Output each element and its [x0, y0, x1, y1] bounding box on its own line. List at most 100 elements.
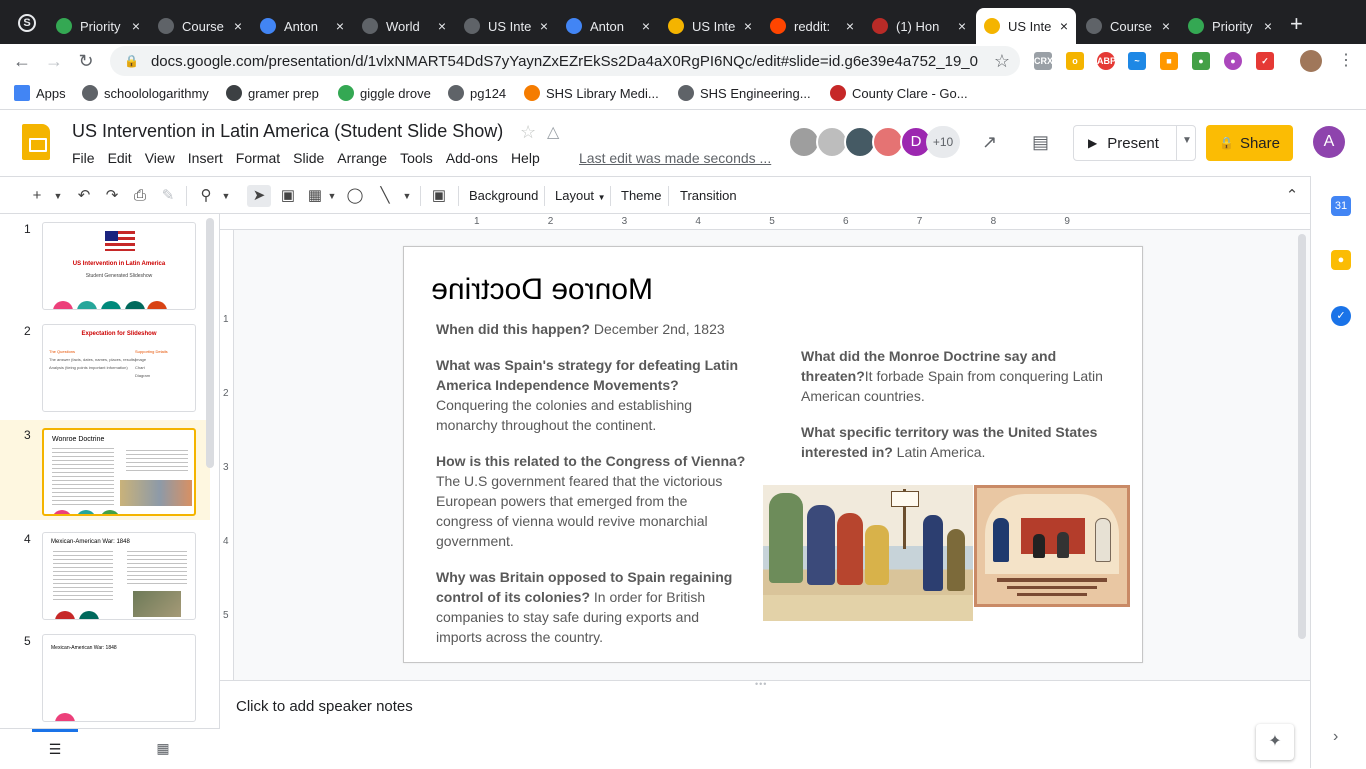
- close-tab-icon[interactable]: ×: [540, 18, 548, 34]
- slide-answer-britain[interactable]: Why was Britain opposed to Spain regaini…: [436, 567, 748, 647]
- theme-button[interactable]: Theme: [621, 185, 661, 207]
- menu-view[interactable]: View: [145, 150, 175, 166]
- adblock-extension-icon[interactable]: ABP: [1097, 52, 1116, 70]
- document-title[interactable]: US Intervention in Latin America (Studen…: [72, 121, 503, 142]
- filmstrip-slide-3[interactable]: 3 Wonroe Doctrine: [0, 420, 210, 520]
- filmstrip-view-icon[interactable]: ☰: [32, 729, 78, 769]
- close-tab-icon[interactable]: ×: [1060, 18, 1068, 34]
- star-icon[interactable]: ☆: [520, 122, 536, 143]
- doctrine-signing-image[interactable]: [974, 485, 1130, 607]
- menu-tools[interactable]: Tools: [400, 150, 433, 166]
- transition-button[interactable]: Transition: [680, 185, 737, 207]
- browser-tab[interactable]: US Inte ×: [456, 8, 556, 44]
- extension-icon[interactable]: ■: [1160, 52, 1178, 70]
- filmstrip-slide-2[interactable]: 2 Expectation for Slideshow The Question…: [0, 316, 210, 416]
- share-button[interactable]: 🔒 Share: [1206, 125, 1293, 161]
- bookmark-item[interactable]: SHS Engineering...: [678, 85, 811, 101]
- crx-extension-icon[interactable]: CRX: [1034, 52, 1053, 70]
- current-slide[interactable]: Monroe Doctrine When did this happen? De…: [403, 246, 1143, 663]
- extension-icon[interactable]: ✓: [1256, 52, 1274, 70]
- bookmark-item[interactable]: schoolologarithmy: [82, 85, 209, 101]
- tasks-icon[interactable]: ✓: [1331, 306, 1351, 326]
- new-slide-icon[interactable]: +: [28, 185, 46, 207]
- activity-trend-icon[interactable]: ↗: [982, 132, 997, 153]
- browser-tab[interactable]: Priority ×: [48, 8, 148, 44]
- menu-slide[interactable]: Slide: [293, 150, 324, 166]
- extension-icon[interactable]: ●: [1224, 52, 1242, 70]
- menu-addons[interactable]: Add-ons: [446, 150, 498, 166]
- close-tab-icon[interactable]: ×: [132, 18, 140, 34]
- slide-answer-threaten[interactable]: What did the Monroe Doctrine say and thr…: [801, 346, 1111, 406]
- close-tab-icon[interactable]: ×: [234, 18, 242, 34]
- new-slide-dropdown-icon[interactable]: ▼: [52, 185, 64, 207]
- extension-icon[interactable]: ●: [1192, 52, 1210, 70]
- add-comment-icon[interactable]: ▣: [428, 185, 450, 207]
- bookmark-star-icon[interactable]: ☆: [994, 51, 1010, 72]
- profile-avatar[interactable]: [1300, 50, 1322, 72]
- menu-arrange[interactable]: Arrange: [337, 150, 387, 166]
- browser-tab[interactable]: (1) Hon ×: [864, 8, 974, 44]
- account-avatar[interactable]: A: [1313, 126, 1345, 158]
- last-edit-link[interactable]: Last edit was made seconds ...: [579, 150, 771, 166]
- extension-icon[interactable]: ~: [1128, 52, 1146, 70]
- bookmark-item[interactable]: giggle drove: [338, 85, 431, 101]
- browser-tab[interactable]: US Inte ×: [660, 8, 760, 44]
- bookmark-item[interactable]: County Clare - Go...: [830, 85, 968, 101]
- slide-answer-strategy[interactable]: What was Spain's strategy for defeating …: [436, 355, 748, 435]
- menu-format[interactable]: Format: [236, 150, 280, 166]
- browser-tab[interactable]: Anton ×: [558, 8, 658, 44]
- shape-icon[interactable]: ◯: [345, 185, 365, 207]
- redo-icon[interactable]: ↷: [102, 185, 122, 207]
- browser-tab[interactable]: Course ×: [150, 8, 250, 44]
- present-button[interactable]: ▶ Present ▼: [1073, 125, 1196, 161]
- address-bar[interactable]: 🔒 docs.google.com/presentation/d/1vlxNMA…: [110, 46, 1020, 76]
- explore-icon[interactable]: ✦: [1256, 724, 1294, 760]
- layout-button[interactable]: Layout ▼: [555, 185, 606, 207]
- chrome-menu-dots-icon[interactable]: ⋮: [1338, 50, 1354, 70]
- expand-panel-icon[interactable]: ›: [1333, 728, 1338, 746]
- zoom-dropdown-icon[interactable]: ▼: [220, 185, 232, 207]
- present-dropdown-icon[interactable]: ▼: [1182, 135, 1192, 146]
- image-dropdown-icon[interactable]: ▼: [326, 185, 338, 207]
- select-cursor-icon[interactable]: ➤: [247, 185, 271, 207]
- filmstrip-slide-1[interactable]: 1 US Intervention in Latin America Stude…: [0, 214, 210, 314]
- move-to-folder-icon[interactable]: △: [547, 122, 559, 142]
- paint-format-icon[interactable]: ✎: [158, 185, 178, 207]
- slide-title[interactable]: Monroe Doctrine: [431, 273, 653, 307]
- text-box-icon[interactable]: ▣: [278, 185, 298, 207]
- filmstrip-slide-4[interactable]: 4 Mexican-American War: 1848: [0, 524, 210, 624]
- owl-extension-icon[interactable]: o: [1066, 52, 1084, 70]
- browser-tab[interactable]: reddit: ×: [762, 8, 862, 44]
- slides-logo-icon[interactable]: [22, 124, 50, 160]
- bookmark-item[interactable]: SHS Library Medi...: [524, 85, 659, 101]
- filmstrip-scrollbar[interactable]: [206, 218, 214, 468]
- back-icon[interactable]: ←: [10, 49, 34, 73]
- close-tab-icon[interactable]: ×: [642, 18, 650, 34]
- collapse-toolbar-icon[interactable]: ⌃: [1282, 185, 1302, 207]
- browser-tab[interactable]: US Inte ×: [976, 8, 1076, 44]
- bookmark-item[interactable]: pg124: [448, 85, 506, 101]
- image-icon[interactable]: ▦: [305, 185, 325, 207]
- background-button[interactable]: Background: [469, 185, 538, 207]
- forward-icon[interactable]: →: [42, 49, 66, 73]
- bookmark-item[interactable]: gramer prep: [226, 85, 319, 101]
- zoom-icon[interactable]: ⚲: [196, 185, 216, 207]
- print-icon[interactable]: ⎙: [130, 185, 150, 207]
- close-tab-icon[interactable]: ×: [1264, 18, 1272, 34]
- line-icon[interactable]: ╲: [375, 185, 395, 207]
- keep-icon[interactable]: ●: [1331, 250, 1351, 270]
- close-tab-icon[interactable]: ×: [846, 18, 854, 34]
- close-tab-icon[interactable]: ×: [438, 18, 446, 34]
- reload-icon[interactable]: ↻: [74, 49, 98, 73]
- slide-answer-territory[interactable]: What specific territory was the United S…: [801, 422, 1119, 462]
- close-tab-icon[interactable]: ×: [744, 18, 752, 34]
- canvas-scrollbar[interactable]: [1298, 234, 1306, 639]
- browser-tab[interactable]: Priority ×: [1180, 8, 1280, 44]
- browser-tab[interactable]: Course ×: [1078, 8, 1178, 44]
- menu-insert[interactable]: Insert: [188, 150, 223, 166]
- bookmark-item[interactable]: Apps: [14, 85, 66, 101]
- close-tab-icon[interactable]: ×: [336, 18, 344, 34]
- comments-icon[interactable]: ▤: [1032, 132, 1049, 153]
- browser-tab[interactable]: Anton ×: [252, 8, 352, 44]
- slide-answer-vienna[interactable]: How is this related to the Congress of V…: [436, 451, 746, 551]
